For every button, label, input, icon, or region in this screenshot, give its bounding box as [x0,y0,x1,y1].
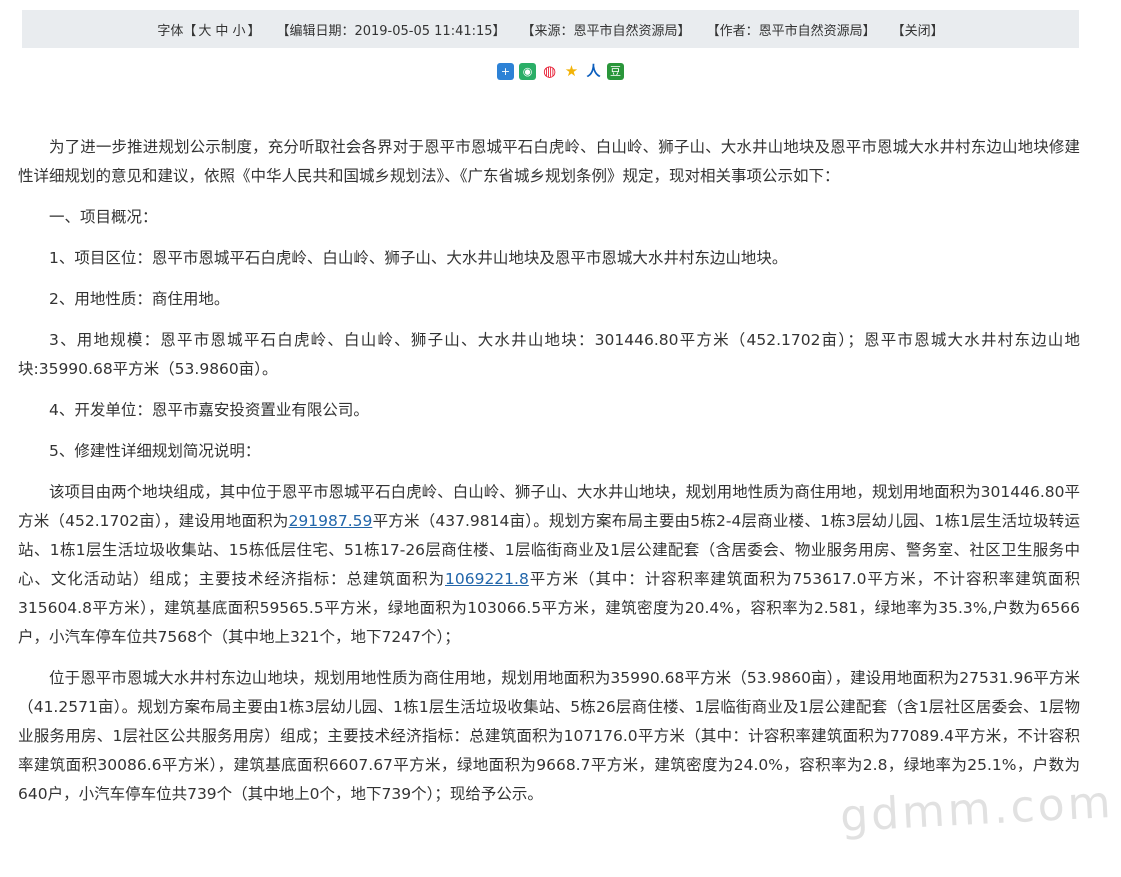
developer: 4、开发单位：恩平市嘉安投资置业有限公司。 [49,401,369,419]
font-size-selector: 字体【大中小】 [157,20,260,39]
plan-summary-heading: 5、修建性详细规划简况说明： [49,442,261,460]
land-scale: 3、用地规模：恩平市恩城平石白虎岭、白山岭、狮子山、大水井山地块：301446.… [18,331,1080,378]
douban-icon[interactable]: 豆 [607,63,624,80]
font-size-small-link[interactable]: 小 [232,24,245,39]
total-floor-area-link[interactable]: 1069221.8 [445,570,529,588]
close-link[interactable]: 【关闭】 [892,20,944,39]
plot-one-description: 该项目由两个地块组成，其中位于恩平市恩城平石白虎岭、白山岭、狮子山、大水井山地块… [18,478,1080,652]
article-body: 为了进一步推进规划公示制度，充分听取社会各界对于恩平市恩城平石白虎岭、白山岭、狮… [18,133,1080,821]
project-location: 1、项目区位：恩平市恩城平石白虎岭、白山岭、狮子山、大水井山地块及恩平市恩城大水… [49,249,788,267]
article-source: 【来源：恩平市自然资源局】 [521,23,691,39]
intro-paragraph: 为了进一步推进规划公示制度，充分听取社会各界对于恩平市恩城平石白虎岭、白山岭、狮… [18,138,1080,185]
renren-icon[interactable]: 人 [585,63,602,80]
land-use-type: 2、用地性质：商住用地。 [49,290,230,308]
plot-two-description: 位于恩平市恩城大水井村东边山地块，规划用地性质为商住用地，规划用地面积为3599… [18,669,1081,803]
font-size-medium-link[interactable]: 中 [215,24,228,39]
share-more-icon[interactable]: + [497,63,514,80]
article-info-bar: 字体【大中小】 【编辑日期：2019-05-05 11:41:15】 【来源：恩… [22,10,1079,48]
weibo-icon[interactable]: ◍ [541,63,558,80]
font-size-label-end: 】 [247,23,261,39]
section-heading-overview: 一、项目概况： [49,208,158,226]
qzone-icon[interactable]: ★ [563,63,580,80]
font-size-large-link[interactable]: 大 [198,24,211,39]
wechat-icon[interactable]: ◉ [519,63,536,80]
construction-area-link[interactable]: 291987.59 [289,512,373,530]
edit-date: 【编辑日期：2019-05-05 11:41:15】 [276,23,506,39]
article-author: 【作者：恩平市自然资源局】 [706,23,876,39]
font-size-label: 字体【 [157,23,197,39]
share-toolbar: + ◉ ◍ ★ 人 豆 [0,63,1121,80]
